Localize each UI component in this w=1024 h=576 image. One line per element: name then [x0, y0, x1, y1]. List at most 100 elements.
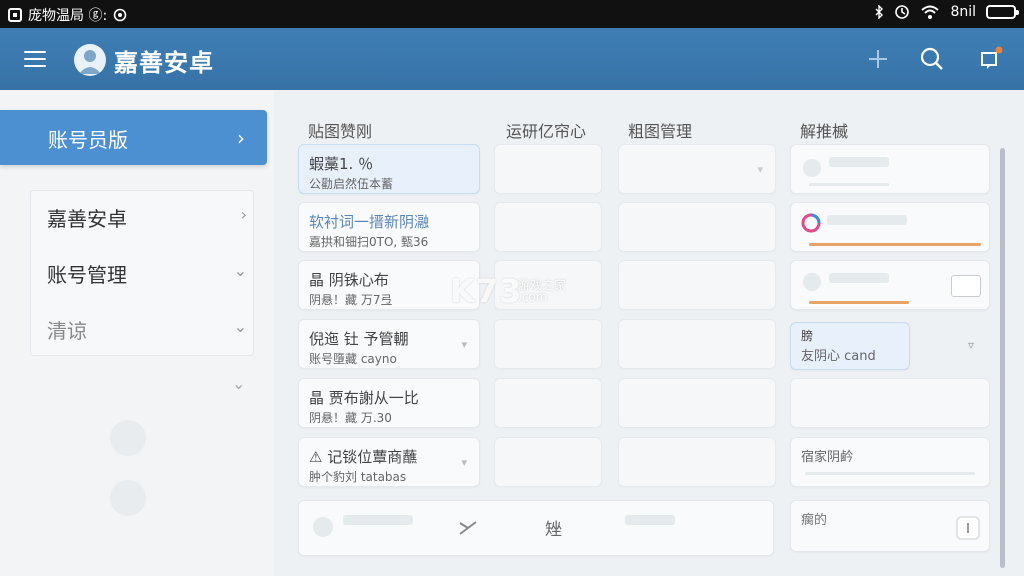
item-title: 瘸的 — [801, 513, 828, 528]
placeholder-text — [827, 215, 907, 225]
progress-bar — [809, 243, 981, 246]
sidebar-item-label: 账号管理 — [47, 263, 127, 287]
sidebar-item-account[interactable]: 账号管理 ⌄ — [47, 253, 247, 293]
blurred-card — [790, 378, 990, 428]
column-title: 解推楲 — [800, 122, 849, 141]
search-icon[interactable] — [918, 45, 946, 73]
mini-button[interactable] — [951, 275, 981, 297]
app-title: 嘉善安卓 — [114, 49, 214, 77]
sidebar-item-clear[interactable]: 清谅 ⌄ — [47, 309, 247, 349]
avatar[interactable] — [74, 44, 106, 76]
placeholder-icon — [803, 273, 821, 291]
blurred-card — [618, 437, 776, 487]
list-item[interactable]: 倪迤 钍 予管輣 账号墮藏 cayno ▾ — [298, 319, 480, 369]
blurred-card: ▾ — [618, 144, 776, 194]
sidebar-item-label: 嘉善安卓 — [47, 207, 127, 231]
chevron-right-icon: › — [237, 126, 245, 150]
sidebar-active-label: 账号员版 — [48, 128, 128, 152]
item-title: 蝦藁1. ％ — [309, 155, 374, 173]
item-subtitle: 阴悬！藏 万.30 — [309, 411, 392, 425]
user-icon — [79, 50, 101, 74]
placeholder-text — [829, 157, 889, 167]
list-item[interactable]: 蝦藁1. ％ 公勸启然伍本蓄 — [298, 144, 480, 194]
sidebar-group: 嘉善安卓 › 账号管理 ⌄ 清谅 ⌄ — [30, 190, 254, 356]
item-title: 膀 — [801, 329, 814, 343]
blurred-card — [618, 319, 776, 369]
chevron-right-icon: › — [240, 205, 247, 224]
wide-card[interactable]: 矬 — [298, 500, 774, 556]
item-subtitle: 账号墮藏 cayno — [309, 352, 397, 366]
app-header: 嘉善安卓 — [0, 28, 1024, 90]
alarm-icon — [895, 5, 910, 19]
placeholder-text — [625, 515, 675, 525]
chevron-down-icon[interactable]: ▿ — [968, 338, 974, 352]
main-content: 贴图赞刚 运研亿帘心 粗图管理 解推楲 蝦藁1. ％ 公勸启然伍本蓄 软衬词一搢… — [274, 90, 1024, 576]
add-icon[interactable] — [864, 45, 892, 73]
item-subtitle: 肿个豹刘 tatabas — [309, 470, 407, 484]
column-title: 运研亿帘心 — [506, 122, 587, 141]
placeholder-icon — [803, 159, 821, 177]
record-icon — [113, 8, 127, 22]
menu-icon[interactable] — [24, 50, 46, 68]
list-item[interactable]: 软衬词一搢新阴瀜 嘉拱和钿扫0TO, 甄36 — [298, 202, 480, 252]
sidebar-item-active[interactable]: 账号员版 › — [0, 110, 267, 165]
blurred-card — [494, 202, 602, 252]
status-bar: 庞物温局 ⓖ: 8nil — [0, 0, 1024, 28]
item-title: ⚠ 记锬位蕈商蘸 — [309, 448, 418, 466]
blurred-card — [618, 378, 776, 428]
progress-bar — [809, 301, 909, 304]
chevron-down-icon[interactable]: ⌄ — [232, 374, 245, 393]
item-title: 宿家阴鹶 — [801, 450, 854, 465]
list-item[interactable]: 瘸的 — [790, 500, 990, 552]
chevron-down-icon: ⌄ — [233, 261, 247, 280]
scrollbar[interactable] — [1000, 148, 1005, 568]
watermark-sub: .com — [518, 290, 548, 304]
list-item[interactable]: 宿家阴鹶 — [790, 437, 990, 487]
placeholder-icon — [110, 420, 146, 456]
list-item[interactable]: 晶 贾布謝从一比 阴悬！藏 万.30 — [298, 378, 480, 428]
signal-text: 8nil — [950, 4, 976, 20]
app-logo-icon — [801, 213, 821, 233]
list-item[interactable] — [790, 144, 990, 194]
blurred-card — [494, 144, 602, 194]
placeholder-text — [343, 515, 413, 525]
item-subtitle: 阴悬！藏 万7弖 — [309, 293, 393, 307]
placeholder-icon — [313, 517, 333, 537]
notification-icon[interactable] — [976, 45, 1004, 73]
chevron-down-icon: ▾ — [461, 456, 467, 469]
sidebar: 账号员版 › 嘉善安卓 › 账号管理 ⌄ 清谅 ⌄ ⌄ — [0, 90, 274, 576]
app-notification-icon — [8, 8, 22, 22]
item-title: 倪迤 钍 予管輣 — [309, 330, 409, 348]
blurred-card — [494, 378, 602, 428]
column-title: 贴图赞刚 — [308, 122, 373, 141]
blurred-card — [618, 260, 776, 310]
placeholder-line — [805, 472, 975, 475]
item-subtitle: 友阴心 cand — [801, 349, 876, 364]
item-subtitle: 嘉拱和钿扫0TO, 甄36 — [309, 235, 429, 249]
item-subtitle: 公勸启然伍本蓄 — [309, 177, 394, 191]
sidebar-item-label: 清谅 — [47, 319, 87, 343]
chevron-down-icon: ⌄ — [233, 317, 247, 336]
list-item[interactable] — [790, 260, 990, 310]
list-item[interactable]: 膀 友阴心 cand — [790, 322, 910, 370]
item-title: 晶 贾布謝从一比 — [309, 389, 419, 407]
share-icon[interactable] — [457, 517, 479, 539]
placeholder-icon — [110, 480, 146, 516]
item-title: 晶 阴铢心布 — [309, 271, 389, 289]
column-title: 粗图管理 — [628, 122, 693, 141]
blurred-card — [618, 202, 776, 252]
sidebar-item-jiashan[interactable]: 嘉善安卓 › — [47, 197, 247, 237]
more-icon[interactable] — [955, 515, 981, 541]
placeholder-text — [829, 273, 889, 283]
bluetooth-icon — [875, 5, 884, 19]
list-item[interactable]: ⚠ 记锬位蕈商蘸 肿个豹刘 tatabas ▾ — [298, 437, 480, 487]
placeholder-line — [809, 183, 889, 186]
blurred-card — [494, 437, 602, 487]
status-left-text: 庞物温局 ⓖ: — [28, 8, 108, 24]
item-title: 软衬词一搢新阴瀜 — [309, 213, 430, 231]
chevron-down-icon: ▾ — [461, 338, 467, 351]
battery-icon — [986, 5, 1019, 19]
wifi-icon — [921, 5, 940, 19]
list-item[interactable] — [790, 202, 990, 252]
watermark: K73 — [450, 272, 523, 310]
